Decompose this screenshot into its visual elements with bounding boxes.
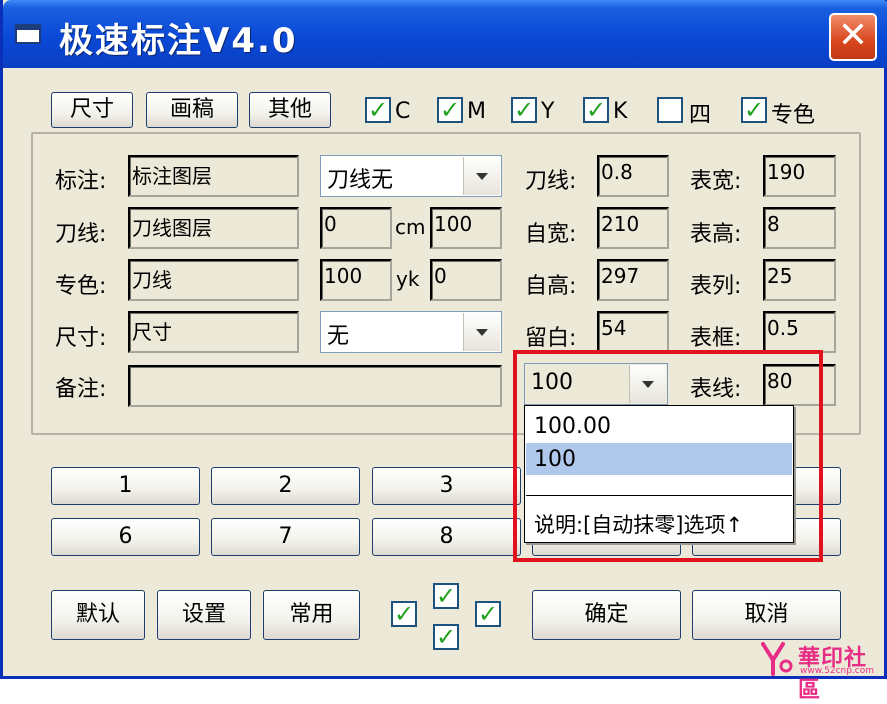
table-height-label: 表高: [690,222,742,247]
chevron-down-icon[interactable] [463,157,500,195]
site-watermark: 華印社區 www.52cnp.com [760,640,886,703]
number-button-7[interactable]: 7 [211,518,360,556]
checkbox-spot-label: 专色 [771,103,816,128]
spot-name-field[interactable]: 刀线 [128,259,299,301]
number-button-8[interactable]: 8 [372,518,521,556]
margin-label: 留白: [525,326,577,351]
settings-button[interactable]: 设置 [157,590,251,640]
note-field[interactable] [128,365,502,407]
cut-b-field[interactable]: 100 [430,207,502,249]
table-frame-field[interactable]: 0.5 [763,311,836,353]
spot-b-field[interactable]: 0 [430,259,502,301]
cutline-mode-select[interactable]: 刀线无 [320,155,502,197]
chevron-down-icon[interactable] [463,313,500,351]
tab-drawing[interactable]: 画稿 [146,92,238,128]
table-height-field[interactable]: 8 [763,207,836,249]
table-width-field[interactable]: 190 [763,155,836,197]
spot-unit-label: yk [396,267,420,291]
default-button[interactable]: 默认 [51,590,145,640]
checkbox-y[interactable]: ✓ [511,97,537,123]
cut-a-field[interactable]: 0 [320,207,392,249]
checkbox-y-label: Y [541,99,555,124]
self-height-label: 自高: [525,274,577,299]
cancel-button[interactable]: 取消 [692,590,841,640]
size-mode-select[interactable]: 无 [320,311,502,353]
checkbox-bottom[interactable]: ✓ [433,624,459,650]
checkbox-m[interactable]: ✓ [437,97,463,123]
self-width-field[interactable]: 210 [597,207,669,249]
checkbox-spot[interactable]: ✓ [741,97,767,123]
tab-size[interactable]: 尺寸 [51,92,133,128]
checkbox-four[interactable] [657,97,683,123]
annotation-layer-field[interactable]: 标注图层 [128,155,299,197]
highlight-box [513,350,823,562]
self-height-field[interactable]: 297 [597,259,669,301]
close-button[interactable]: ✕ [829,13,877,61]
size-label: 尺寸: [55,326,107,351]
checkbox-right[interactable]: ✓ [475,601,501,627]
cut-unit-label: cm [395,215,426,239]
number-button-1[interactable]: 1 [51,467,200,505]
window-title: 极速标注V4.0 [59,21,298,61]
checkbox-k[interactable]: ✓ [583,97,609,123]
knife-line-field[interactable]: 0.8 [597,155,669,197]
window-icon [15,24,41,44]
tab-other[interactable]: 其他 [249,92,331,128]
checkbox-four-label: 四 [689,103,712,128]
table-frame-label: 表框: [690,326,742,351]
table-cols-field[interactable]: 25 [763,259,836,301]
margin-field[interactable]: 54 [597,311,669,353]
spot-a-field[interactable]: 100 [320,259,392,301]
common-button[interactable]: 常用 [263,590,360,640]
number-button-3[interactable]: 3 [372,467,521,505]
table-cols-label: 表列: [690,274,742,299]
ok-button[interactable]: 确定 [532,590,681,640]
spot-label: 专色: [55,274,107,299]
table-width-label: 表宽: [690,169,742,194]
title-bar[interactable]: 极速标注V4.0 ✕ [3,0,887,68]
watermark-url: www.52cnp.com [800,666,875,676]
self-width-label: 自宽: [525,222,577,247]
cutline-layer-field[interactable]: 刀线图层 [128,207,299,249]
number-button-6[interactable]: 6 [51,518,200,556]
checkbox-c-label: C [395,99,411,124]
checkbox-m-label: M [467,99,486,124]
number-button-2[interactable]: 2 [211,467,360,505]
note-label: 备注: [55,377,107,402]
annotation-label: 标注: [55,169,107,194]
cutline-mode-value: 刀线无 [327,168,394,193]
watermark-logo-icon [761,642,793,676]
cutline-label: 刀线: [55,222,107,247]
checkbox-k-label: K [613,99,628,124]
size-field[interactable]: 尺寸 [128,311,299,353]
dialog-window: 极速标注V4.0 ✕ 尺寸 画稿 其他 ✓ C ✓ M ✓ Y ✓ K 四 ✓ … [0,0,887,679]
checkbox-c[interactable]: ✓ [365,97,391,123]
checkbox-top[interactable]: ✓ [433,583,459,609]
knife-line-label: 刀线: [525,169,577,194]
checkbox-left[interactable]: ✓ [391,601,417,627]
size-mode-value: 无 [327,324,350,349]
